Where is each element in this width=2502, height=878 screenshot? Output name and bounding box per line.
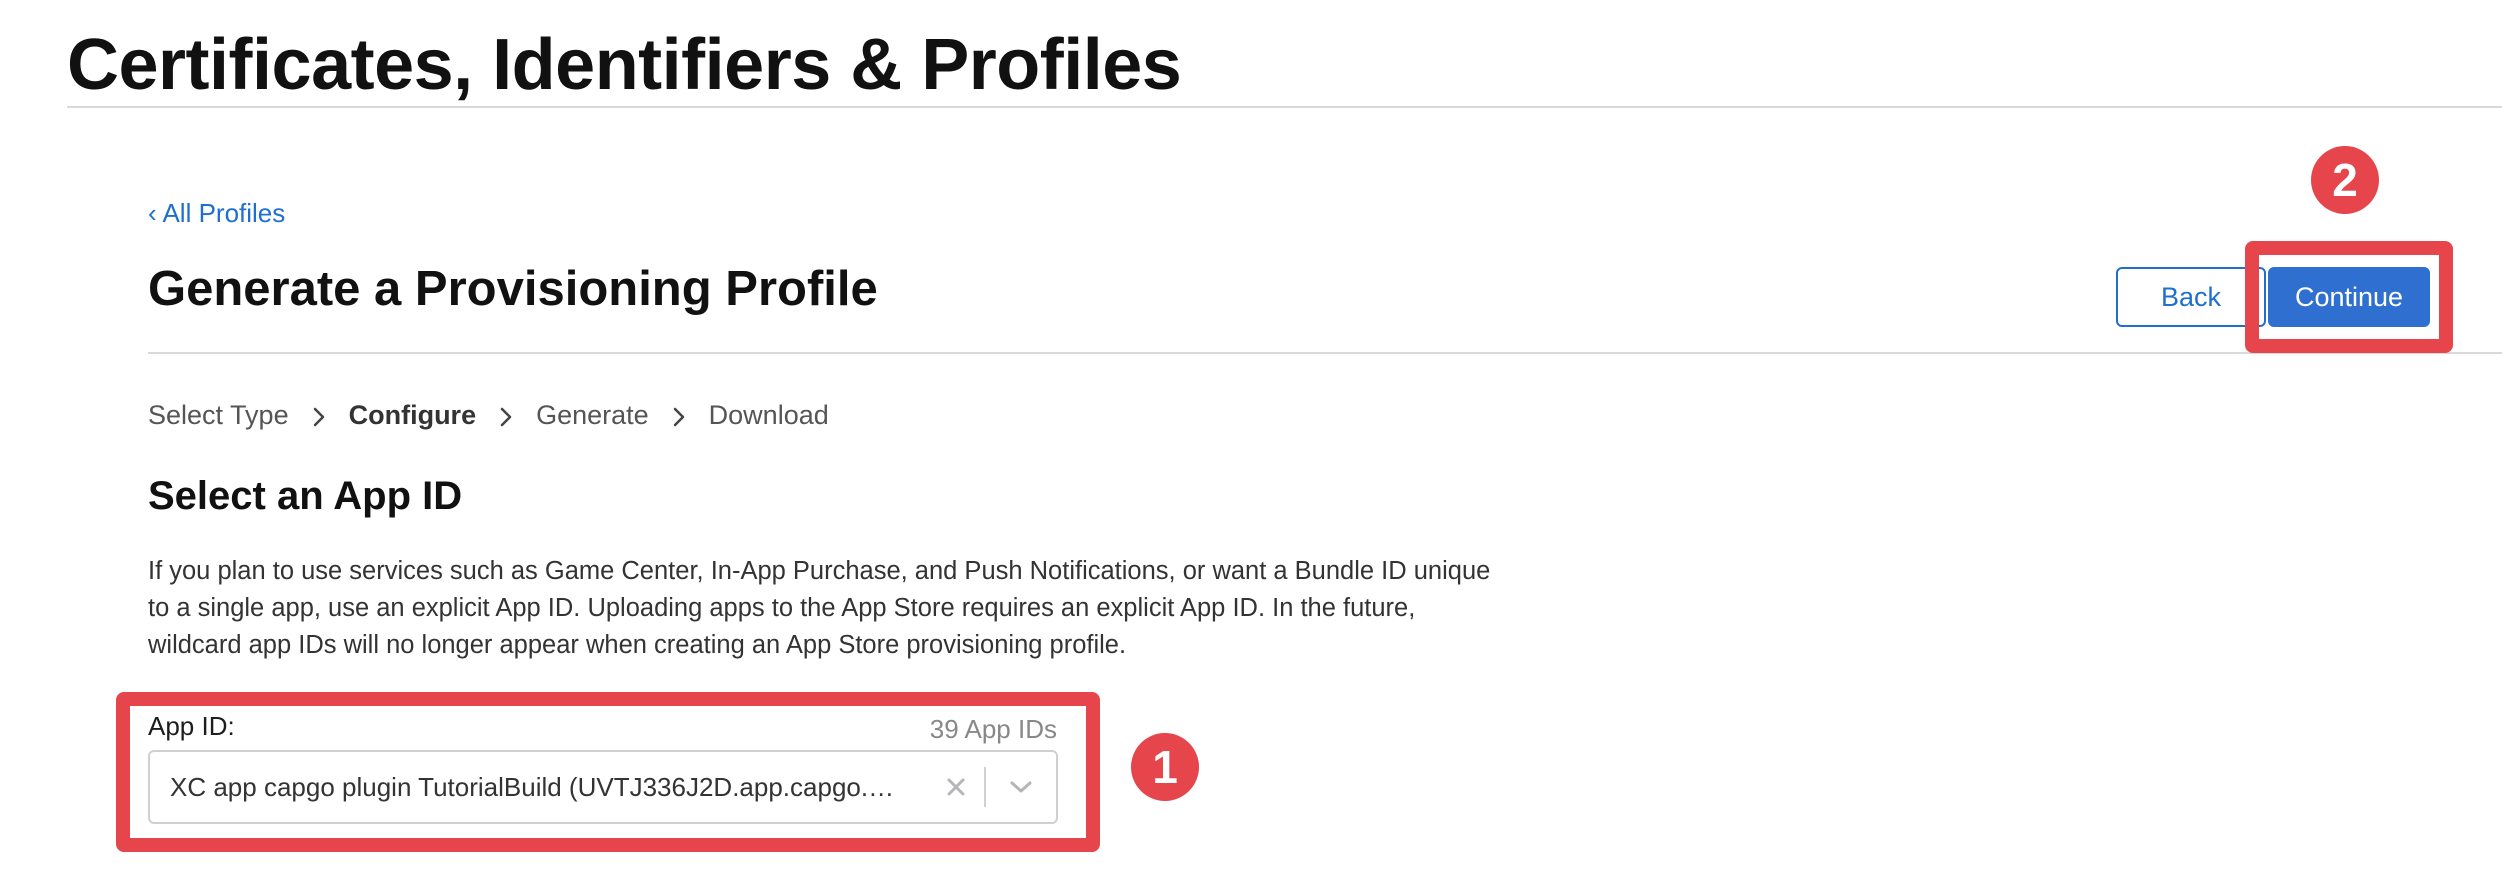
description-line: to a single app, use an explicit App ID.… [148, 594, 1416, 622]
step-breadcrumb: Select Type Configure Generate Download [148, 400, 829, 431]
step-configure: Configure [348, 400, 477, 430]
all-profiles-link[interactable]: ‹ All Profiles [148, 198, 285, 229]
chevron-right-icon [289, 400, 349, 431]
description-line: wildcard app IDs will no longer appear w… [148, 631, 1127, 659]
select-app-id-heading: Select an App ID [148, 474, 463, 518]
page: Certificates, Identifiers & Profiles ‹ A… [0, 0, 2502, 878]
page-title: Generate a Provisioning Profile [148, 262, 878, 316]
annotation-highlight-app-id [116, 692, 1100, 852]
step-select-type: Select Type [148, 400, 289, 430]
site-title: Certificates, Identifiers & Profiles [67, 25, 1182, 105]
app-id-description: If you plan to use services such as Game… [148, 553, 1568, 664]
section-divider [148, 352, 2502, 354]
annotation-badge-1: 1 [1131, 733, 1199, 801]
chevron-right-icon [476, 400, 536, 431]
back-button[interactable]: Back [2116, 267, 2266, 327]
step-generate: Generate [536, 400, 649, 430]
step-download: Download [708, 400, 829, 430]
annotation-highlight-continue [2245, 241, 2453, 353]
chevron-right-icon [649, 400, 709, 431]
header-divider [67, 106, 2502, 108]
description-line: If you plan to use services such as Game… [148, 557, 1491, 585]
annotation-badge-2: 2 [2311, 146, 2379, 214]
